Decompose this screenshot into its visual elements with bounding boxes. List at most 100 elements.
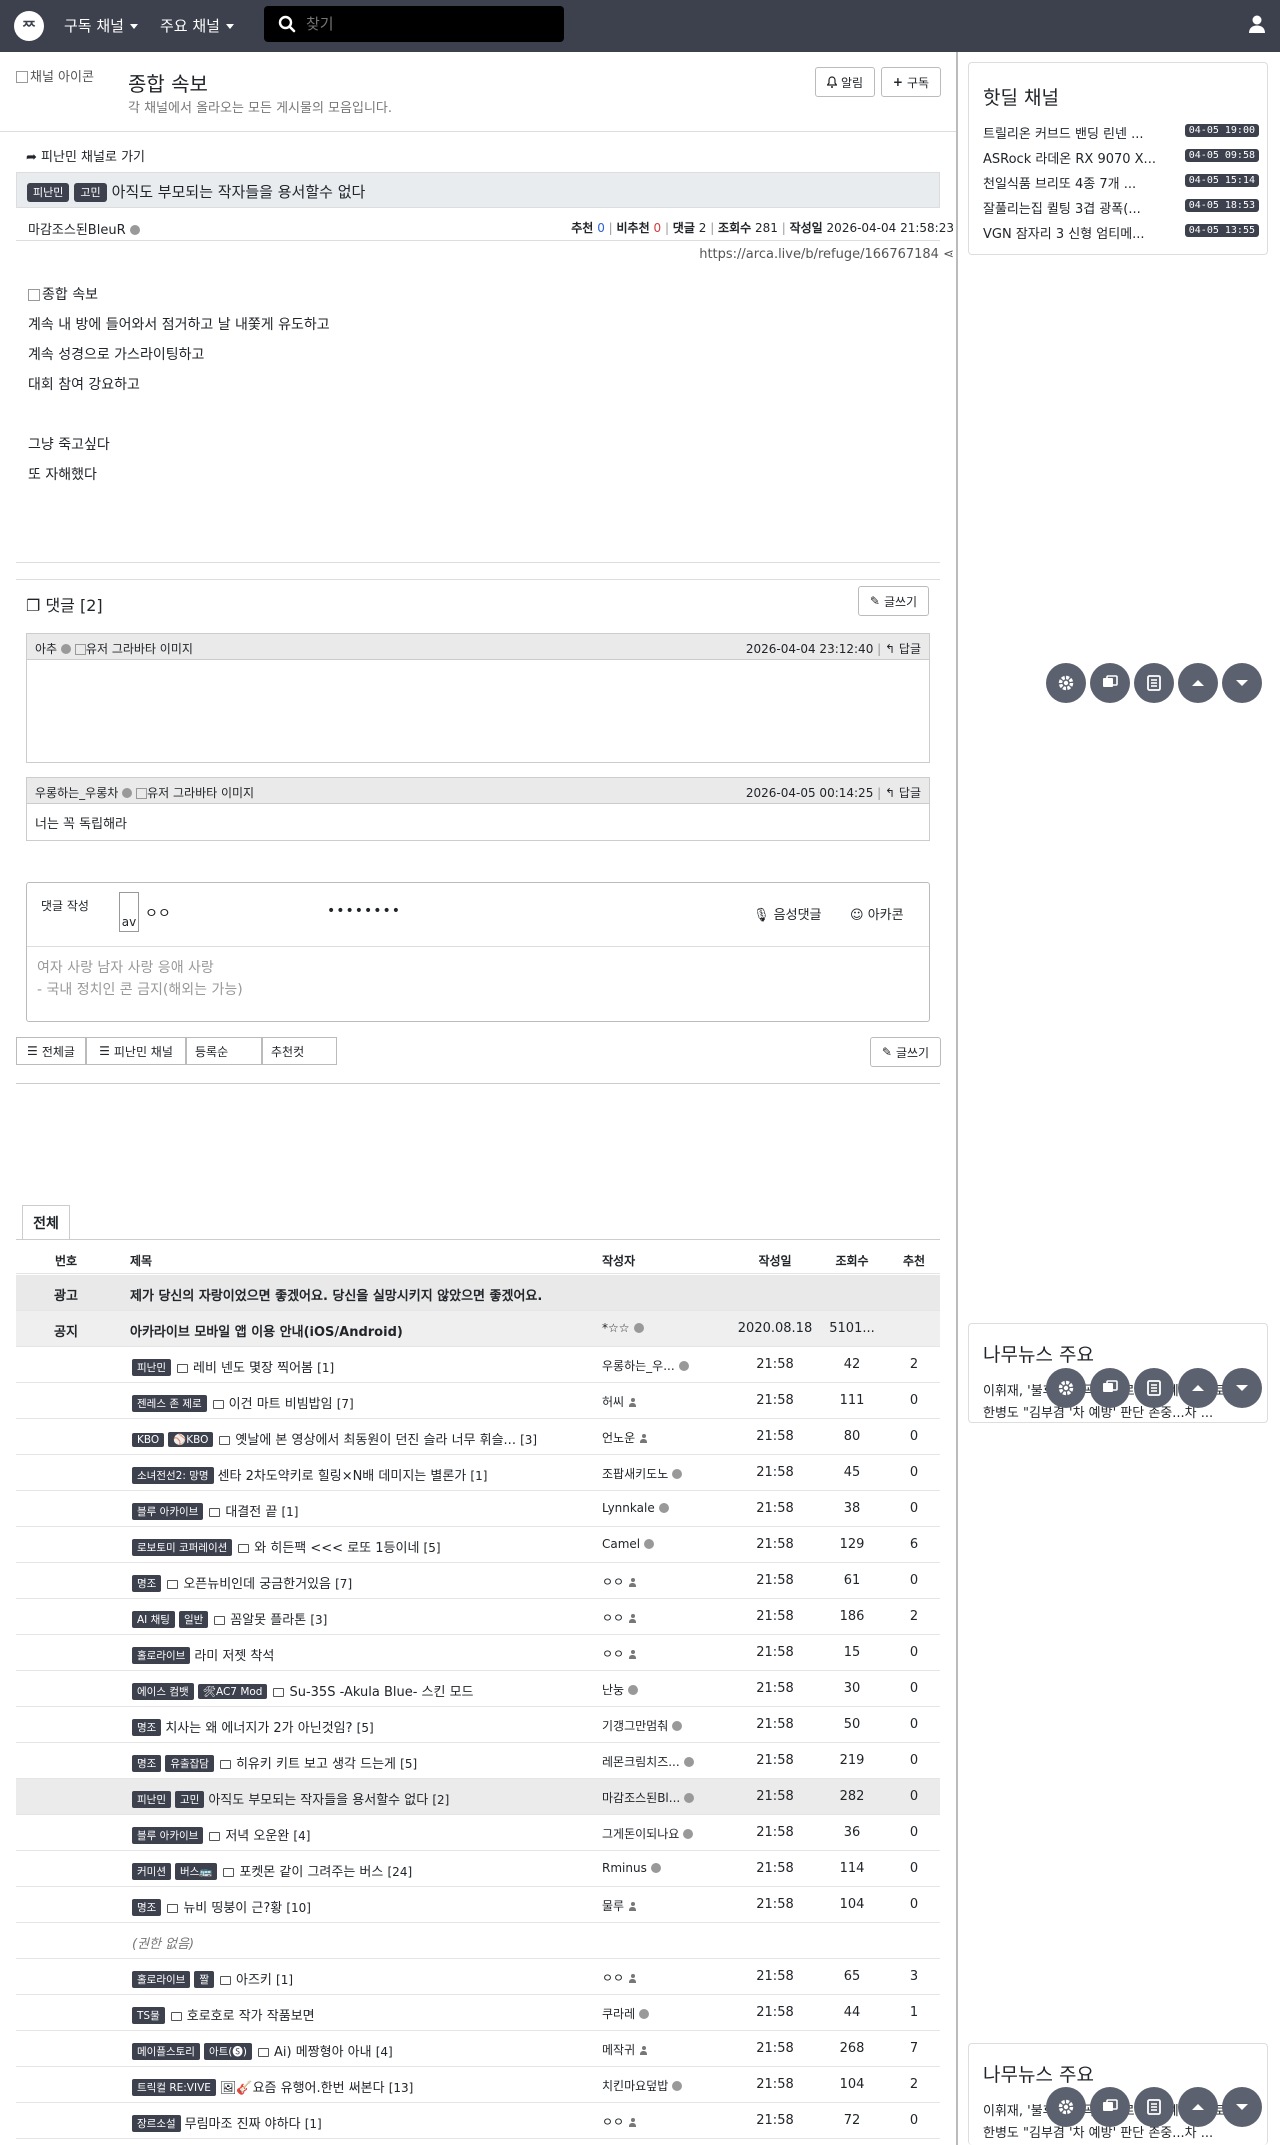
post-title-cell[interactable]: 소녀전선2: 망명 센타 2차도약키로 힐링×N배 데미지는 별론가 [1] [132,1465,487,1484]
hotdeal-title[interactable]: 핫딜 채널 [983,83,1059,110]
news-title[interactable]: 나무뉴스 주요 [983,2060,1094,2087]
reply-button[interactable]: ↰ 답글 [885,786,921,800]
arrow-up-button[interactable] [1178,663,1218,703]
list-button[interactable] [1134,1368,1174,1408]
comments-button[interactable] [1090,663,1130,703]
category-badge[interactable]: 젠레스 존 제로 [132,1395,207,1412]
category-badge[interactable]: 메이플스토리 [132,2043,200,2060]
category-badge[interactable]: 버스🚌 [174,1863,218,1880]
post-author[interactable]: ㅇㅇ [602,1609,637,1626]
list-button[interactable] [1134,2087,1174,2127]
table-row[interactable]: KBO ⚾KBO 옛날에 본 영상에서 최동원이 던진 슬라 너무 휘슬... [3… [16,1419,940,1455]
table-row[interactable]: 명조 오픈뉴비인데 궁금한거있음 [7] ㅇㅇ 21:58 61 0 [16,1563,940,1599]
post-title-cell[interactable]: 장르소설 무림마조 진짜 야하다 [1] [132,2113,322,2132]
hotdeal-item[interactable]: VGN 잠자리 3 신형 엄티메... 04-05 13:55 [983,223,1259,242]
post-author[interactable]: 마감조스된Bl... [602,1789,695,1806]
arrow-down-button[interactable] [1222,663,1262,703]
notice-row[interactable]: 공지 아카라이브 모바일 앱 이용 안내(iOS/Android) *☆☆ 20… [16,1311,940,1347]
list-button[interactable] [1134,663,1174,703]
settings-button[interactable] [1046,663,1086,703]
category-badge[interactable]: 유출잡담 [165,1755,214,1772]
category-badge[interactable]: ⚾KBO [168,1432,214,1447]
category-badge[interactable]: 피난민 [27,183,70,202]
post-author[interactable]: 우롱하는_우... [602,1357,689,1374]
category-badge[interactable]: 짤 [194,1971,214,1988]
table-row[interactable]: 젠레스 존 제로 이건 마트 비빔밥임 [7] 허씨 21:58 111 0 [16,1383,940,1419]
table-row[interactable]: 메이플스토리 아트(🅢) Ai) 메짱형아 아내 [4] 메작귀 21:58 268 7 [16,2031,940,2067]
category-badge[interactable]: TS물 [132,2007,165,2024]
category-badge[interactable]: 블루 아카이브 [132,1827,204,1844]
table-row[interactable]: 홀로라이브 라미 저젯 착석 ㅇㅇ 21:58 15 0 [16,1635,940,1671]
major-channels-menu[interactable]: 주요 채널 [160,15,234,36]
category-badge[interactable]: 명조 [132,1719,162,1736]
post-title-cell[interactable]: 메이플스토리 아트(🅢) Ai) 메짱형아 아내 [4] [132,2041,393,2060]
hotdeal-item[interactable]: ASRock 라데온 RX 9070 X... 04-05 09:58 [983,148,1259,167]
back-to-channel-link[interactable]: ➦ 피난민 채널로 가기 [26,146,145,165]
article-author[interactable]: 마감조스된BleuR [28,219,140,238]
reply-button[interactable]: ↰ 답글 [885,642,921,656]
post-title-cell[interactable]: 피난민 고민 아직도 부모되는 작자들을 용서할수 없다 [2] [132,1789,449,1808]
category-badge[interactable]: 피난민 [132,1359,171,1376]
post-author[interactable]: ㅇㅇ [602,1573,637,1590]
category-badge[interactable]: 피난민 [132,1791,171,1808]
post-author[interactable]: 언노운 [602,1429,648,1446]
category-badge[interactable]: 아트(🅢) [203,2043,252,2060]
category-badge[interactable]: 커미션 [132,1863,171,1880]
category-badge[interactable]: 명조 [132,1755,162,1772]
password-field[interactable]: •••••••• [327,903,401,919]
comment-write-button[interactable]: ✎ 글쓰기 [858,586,929,616]
category-badge[interactable]: 트릭컬 RE:VIVE [132,2079,216,2096]
arcacon-button[interactable]: ☺ 아카콘 [850,904,904,923]
category-badge[interactable]: 고민 [174,1791,205,1808]
tab-all[interactable]: 전체 [22,1205,70,1239]
post-title-cell[interactable]: AI 채팅 일반 꼼알못 플라톤 [3] [132,1609,327,1628]
post-author[interactable]: ㅇㅇ [602,2113,637,2130]
article-url[interactable]: https://arca.live/b/refuge/166767184 ⋖ [699,247,954,262]
post-title-cell[interactable]: 명조 치사는 왜 에너지가 2가 아닌것임? [5] [132,1717,374,1736]
category-badge[interactable]: 소녀전선2: 망명 [132,1467,214,1484]
category-badge[interactable]: 블루 아카이브 [132,1503,204,1520]
hotdeal-item[interactable]: 트릴리온 커브드 밴딩 린넨 ... 04-05 19:00 [983,123,1259,142]
table-row[interactable]: 피난민 고민 아직도 부모되는 작자들을 용서할수 없다 [2] 마감조스된Bl...… [16,1779,940,1815]
alert-button[interactable]: 알림 [815,67,875,97]
post-author[interactable]: 조팝새키도노 [602,1465,683,1482]
table-row[interactable]: 블루 아카이브 저녁 오운완 [4] 그게돈이되나요 21:58 36 0 [16,1815,940,1851]
post-author[interactable]: 물루 [602,1897,637,1914]
post-author[interactable]: ㅇㅇ [602,1645,637,1662]
settings-button[interactable] [1046,2087,1086,2127]
post-author[interactable]: 쿠라레 [602,2005,650,2022]
post-title-cell[interactable]: 홀로라이브 라미 저젯 착석 [132,1645,274,1664]
table-row[interactable]: AI 채팅 일반 꼼알못 플라톤 [3] ㅇㅇ 21:58 186 2 [16,1599,940,1635]
category-badge[interactable]: 명조 [132,1575,162,1592]
channel-title[interactable]: 종합 속보 [128,68,208,97]
post-author[interactable]: 기갱그만멈춰 [602,1717,683,1734]
write-post-button[interactable]: ✎ 글쓰기 [870,1037,941,1067]
voice-comment-button[interactable]: 🎙 음성댓글 [753,904,822,923]
settings-button[interactable] [1046,1368,1086,1408]
comment-author[interactable]: 우롱하는_우롱차 유저 그라바타 이미지 [35,784,254,801]
best-cut-select[interactable]: 추천컷 [262,1037,337,1065]
category-badge[interactable]: KBO [132,1433,165,1447]
arrow-up-button[interactable] [1178,1368,1218,1408]
table-row[interactable]: 커미션 버스🚌 포켓몬 같이 그려주는 버스 [24] Rminus 21:58 114 0 [16,1851,940,1887]
search-input[interactable] [306,15,546,33]
search-box[interactable] [264,6,564,42]
comment-textarea[interactable]: 여자 사랑 남자 사랑 응애 사랑 - 국내 정치인 콘 금지(해외는 가능) [37,957,917,1013]
user-icon[interactable] [1248,14,1266,34]
post-title-cell[interactable]: KBO ⚾KBO 옛날에 본 영상에서 최동원이 던진 슬라 너무 휘슬... [3… [132,1429,537,1448]
arca-logo[interactable]: ᄍ [14,11,44,41]
comments-button[interactable] [1090,2087,1130,2127]
arrow-down-button[interactable] [1222,2087,1262,2127]
category-badge[interactable]: 홀로라이브 [132,1647,191,1664]
post-author[interactable]: 허씨 [602,1393,637,1410]
no-permission-row[interactable]: (권한 없음) [16,1923,940,1959]
category-badge[interactable]: 명조 [132,1899,162,1916]
comment-author[interactable]: 아추 유저 그라바타 이미지 [35,640,193,657]
table-row[interactable]: 장르소설 무림마조 진짜 야하다 [1] ㅇㅇ 21:58 72 0 [16,2103,940,2139]
post-author[interactable]: 난눙 [602,1681,639,1698]
post-title-cell[interactable]: 피난민 레비 넨도 몇장 찍어봄 [1] [132,1357,334,1376]
sort-order-select[interactable]: 등록순 [186,1037,262,1065]
category-badge[interactable]: 로보토미 코퍼레이션 [132,1539,233,1556]
post-title-cell[interactable]: TS물 호로호로 작가 작품보면 [132,2005,315,2024]
post-author[interactable]: Rminus [602,1861,661,1875]
